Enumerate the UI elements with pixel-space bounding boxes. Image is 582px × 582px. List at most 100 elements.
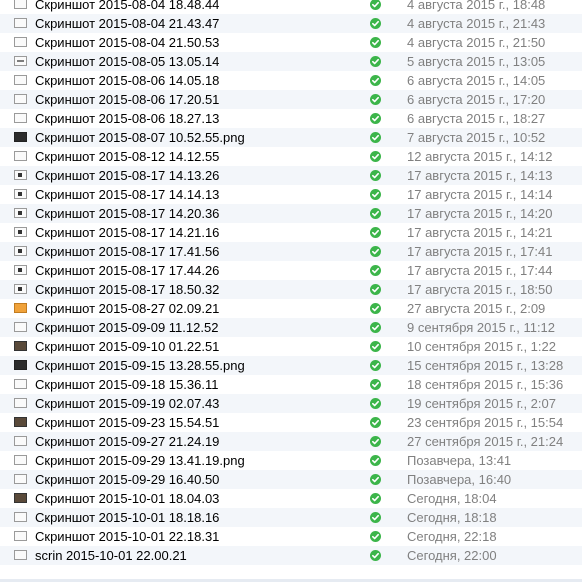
file-name: Скриншот 2015-08-05 13.05.14 — [35, 54, 220, 69]
file-thumbnail-icon — [14, 75, 27, 85]
sync-status-check-icon — [370, 474, 381, 485]
file-row[interactable]: Скриншот 2015-10-01 22.18.31 Сегодня, 22:… — [0, 527, 582, 546]
file-thumbnail-icon — [14, 0, 27, 9]
sync-status-check-icon — [370, 531, 381, 542]
file-thumbnail-icon — [14, 455, 27, 465]
date-modified: 6 августа 2015 г., 17:20 — [407, 92, 546, 107]
date-modified: 4 августа 2015 г., 18:48 — [407, 0, 546, 12]
file-row[interactable]: Скриншот 2015-08-07 10.52.55.png 7 август… — [0, 128, 582, 147]
file-row[interactable]: Скриншот 2015-08-17 17.44.26 17 августа 2… — [0, 261, 582, 280]
file-name: Скриншот 2015-08-04 18.48.44 — [35, 0, 220, 12]
date-modified: 12 августа 2015 г., 14:12 — [407, 149, 553, 164]
sync-status-check-icon — [370, 37, 381, 48]
file-name: Скриншот 2015-08-04 21.50.53 — [35, 35, 220, 50]
file-row[interactable]: Скриншот 2015-08-04 18.48.44 4 августа 20… — [0, 0, 582, 14]
file-row[interactable]: Скриншот 2015-08-17 14.20.36 17 августа 2… — [0, 204, 582, 223]
date-modified: Сегодня, 18:04 — [407, 491, 497, 506]
file-name: Скриншот 2015-09-27 21.24.19 — [35, 434, 220, 449]
date-modified: 23 сентября 2015 г., 15:54 — [407, 415, 564, 430]
sync-status-check-icon — [370, 284, 381, 295]
sync-status-check-icon — [370, 18, 381, 29]
date-modified: 27 сентября 2015 г., 21:24 — [407, 434, 564, 449]
date-modified: Сегодня, 22:18 — [407, 529, 497, 544]
file-thumbnail-icon — [14, 113, 27, 123]
date-modified: 18 сентября 2015 г., 15:36 — [407, 377, 564, 392]
date-modified: 10 сентября 2015 г., 1:22 — [407, 339, 556, 354]
file-thumbnail-icon — [14, 360, 27, 370]
sync-status-check-icon — [370, 455, 381, 466]
file-name: Скриншот 2015-08-17 14.20.36 — [35, 206, 220, 221]
file-name: Скриншот 2015-08-17 14.14.13 — [35, 187, 220, 202]
file-name: Скриншот 2015-08-06 18.27.13 — [35, 111, 220, 126]
file-thumbnail-icon — [14, 284, 27, 294]
file-row[interactable]: Скриншот 2015-09-09 11.12.52 9 сентября 2… — [0, 318, 582, 337]
date-modified: 7 августа 2015 г., 10:52 — [407, 130, 546, 145]
sync-status-check-icon — [370, 132, 381, 143]
date-modified: 4 августа 2015 г., 21:50 — [407, 35, 546, 50]
file-row[interactable]: Скриншот 2015-08-17 14.13.26 17 августа 2… — [0, 166, 582, 185]
sync-status-check-icon — [370, 94, 381, 105]
file-row[interactable]: Скриншот 2015-09-19 02.07.43 19 сентября … — [0, 394, 582, 413]
date-modified: 17 августа 2015 г., 18:50 — [407, 282, 553, 297]
file-thumbnail-icon — [14, 265, 27, 275]
file-name: Скриншот 2015-08-07 10.52.55.png — [35, 130, 245, 145]
file-row[interactable]: Скриншот 2015-08-04 21.43.47 4 августа 20… — [0, 14, 582, 33]
file-thumbnail-icon — [14, 189, 27, 199]
sync-status-check-icon — [370, 398, 381, 409]
file-row[interactable]: Скриншот 2015-09-10 01.22.51 10 сентября … — [0, 337, 582, 356]
file-row[interactable]: Скриншот 2015-08-04 21.50.53 4 августа 20… — [0, 33, 582, 52]
file-thumbnail-icon — [14, 531, 27, 541]
date-modified: 9 сентября 2015 г., 11:12 — [407, 320, 556, 335]
file-row[interactable]: Скриншот 2015-08-06 17.20.51 6 августа 20… — [0, 90, 582, 109]
file-name: Скриншот 2015-08-17 18.50.32 — [35, 282, 220, 297]
file-thumbnail-icon — [14, 417, 27, 427]
file-row[interactable]: Скриншот 2015-09-29 16.40.50 Позавчера, 1… — [0, 470, 582, 489]
date-modified: Позавчера, 13:41 — [407, 453, 512, 468]
file-row[interactable]: Скриншот 2015-08-17 14.14.13 17 августа 2… — [0, 185, 582, 204]
file-thumbnail-icon — [14, 18, 27, 28]
file-name: Скриншот 2015-08-17 17.41.56 — [35, 244, 220, 259]
date-modified: 15 сентября 2015 г., 13:28 — [407, 358, 564, 373]
sync-status-check-icon — [370, 512, 381, 523]
date-modified: 17 августа 2015 г., 17:41 — [407, 244, 553, 259]
sync-status-check-icon — [370, 436, 381, 447]
date-modified: 6 августа 2015 г., 14:05 — [407, 73, 546, 88]
sync-status-check-icon — [370, 322, 381, 333]
sync-status-check-icon — [370, 170, 381, 181]
sync-status-check-icon — [370, 151, 381, 162]
file-thumbnail-icon — [14, 474, 27, 484]
file-name: Скриншот 2015-10-01 22.18.31 — [35, 529, 220, 544]
file-thumbnail-icon — [14, 436, 27, 446]
file-thumbnail-icon — [14, 341, 27, 351]
file-row[interactable]: Скриншот 2015-09-29 13.41.19.png Позавчер… — [0, 451, 582, 470]
file-row[interactable]: Скриншот 2015-10-01 18.18.16 Сегодня, 18:… — [0, 508, 582, 527]
date-modified: Сегодня, 22:00 — [407, 548, 497, 563]
file-name: Скриншот 2015-08-12 14.12.55 — [35, 149, 220, 164]
file-row[interactable]: Скриншот 2015-08-06 14.05.18 6 августа 20… — [0, 71, 582, 90]
file-row[interactable]: Скриншот 2015-08-05 13.05.14 5 августа 20… — [0, 52, 582, 71]
file-row[interactable]: Скриншот 2015-08-17 18.50.32 17 августа 2… — [0, 280, 582, 299]
date-modified: 17 августа 2015 г., 14:13 — [407, 168, 553, 183]
sync-status-check-icon — [370, 341, 381, 352]
file-row[interactable]: Скриншот 2015-08-06 18.27.13 6 августа 20… — [0, 109, 582, 128]
file-row[interactable]: Скриншот 2015-10-01 18.04.03 Сегодня, 18:… — [0, 489, 582, 508]
file-row[interactable]: Скриншот 2015-08-17 17.41.56 17 августа 2… — [0, 242, 582, 261]
file-row[interactable]: Скриншот 2015-09-18 15.36.11 18 сентября … — [0, 375, 582, 394]
file-row[interactable]: Скриншот 2015-08-27 02.09.21 27 августа 2… — [0, 299, 582, 318]
file-name: Скриншот 2015-08-06 17.20.51 — [35, 92, 220, 107]
date-modified: 17 августа 2015 г., 14:21 — [407, 225, 553, 240]
file-row[interactable]: scrin 2015-10-01 22.00.21 Сегодня, 22:00 — [0, 546, 582, 565]
date-modified: 17 августа 2015 г., 14:14 — [407, 187, 553, 202]
file-thumbnail-icon — [14, 151, 27, 161]
file-row[interactable]: Скриншот 2015-09-23 15.54.51 23 сентября … — [0, 413, 582, 432]
file-row[interactable]: Скриншот 2015-08-12 14.12.55 12 августа 2… — [0, 147, 582, 166]
file-row[interactable]: Скриншот 2015-08-17 14.21.16 17 августа 2… — [0, 223, 582, 242]
file-thumbnail-icon — [14, 132, 27, 142]
file-row[interactable]: Скриншот 2015-09-15 13.28.55.png 15 сентя… — [0, 356, 582, 375]
file-thumbnail-icon — [14, 512, 27, 522]
file-name: Скриншот 2015-08-17 14.21.16 — [35, 225, 220, 240]
file-name: Скриншот 2015-10-01 18.18.16 — [35, 510, 220, 525]
file-name: Скриншот 2015-09-29 13.41.19.png — [35, 453, 245, 468]
file-row[interactable]: Скриншот 2015-09-27 21.24.19 27 сентября … — [0, 432, 582, 451]
file-name: Скриншот 2015-08-06 14.05.18 — [35, 73, 220, 88]
